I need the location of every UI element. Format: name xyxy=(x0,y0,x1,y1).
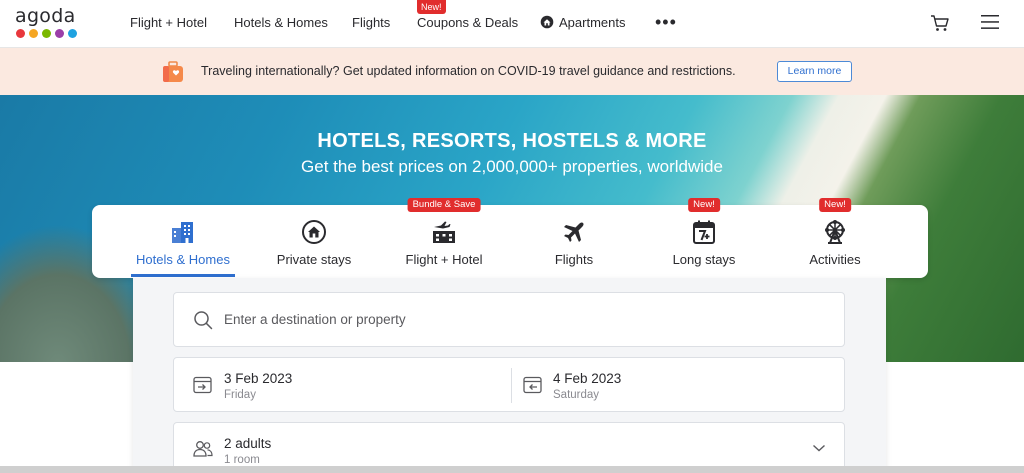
new-badge: New! xyxy=(688,198,720,212)
top-navigation: agoda Flight + Hotel Hotels & Homes Flig… xyxy=(0,0,1024,48)
plane-building-icon xyxy=(433,221,455,243)
logo-dot-red xyxy=(16,29,25,38)
more-dots-icon[interactable]: ••• xyxy=(655,13,677,31)
nav-hotels-homes[interactable]: Hotels & Homes xyxy=(234,15,328,31)
cart-icon[interactable] xyxy=(930,14,950,32)
covid-notice-banner: Traveling internationally? Get updated i… xyxy=(0,48,1024,95)
tab-hotels-homes[interactable]: Hotels & Homes xyxy=(119,205,247,278)
tab-label: Activities xyxy=(809,252,861,267)
tab-label: Flight + Hotel xyxy=(405,252,483,267)
check-out-calendar-icon xyxy=(523,376,542,394)
check-in-field[interactable]: 3 Feb 2023 Friday xyxy=(174,358,510,411)
guests-adults: 2 adults xyxy=(224,436,272,451)
tab-label: Hotels & Homes xyxy=(136,252,230,267)
apartment-icon xyxy=(540,15,554,29)
active-tab-indicator xyxy=(131,274,235,277)
buildings-icon xyxy=(172,222,193,243)
destination-field[interactable] xyxy=(173,292,845,347)
nav-new-badge: New! xyxy=(417,0,446,14)
luggage-heart-icon xyxy=(163,61,183,82)
nav-flights[interactable]: Flights xyxy=(352,15,390,31)
hero-subtitle: Get the best prices on 2,000,000+ proper… xyxy=(301,157,723,176)
house-icon xyxy=(302,220,326,244)
notice-text: Traveling internationally? Get updated i… xyxy=(201,64,736,78)
check-out-date: 4 Feb 2023 xyxy=(553,371,622,386)
destination-input[interactable] xyxy=(224,312,814,327)
tab-flights[interactable]: Flights xyxy=(510,205,638,278)
tab-private-stays[interactable]: Private stays xyxy=(250,205,378,278)
logo-dot-purple xyxy=(55,29,64,38)
category-tabs: Hotels & Homes Private stays Bundle & Sa… xyxy=(92,198,928,278)
tab-label: Flights xyxy=(554,252,594,267)
logo-dot-blue xyxy=(68,29,77,38)
chevron-down-icon[interactable] xyxy=(812,443,826,453)
dates-field: 3 Feb 2023 Friday 4 Feb 2023 Saturday xyxy=(173,357,845,412)
logo-dot-orange xyxy=(29,29,38,38)
tab-label: Long stays xyxy=(672,252,736,267)
check-in-date: 3 Feb 2023 xyxy=(224,371,293,386)
hamburger-menu-icon[interactable] xyxy=(981,14,999,30)
logo-dot-green xyxy=(42,29,51,38)
tab-long-stays[interactable]: New! Long stays xyxy=(640,198,768,278)
logo-dots xyxy=(16,29,85,38)
check-out-field[interactable]: 4 Feb 2023 Saturday xyxy=(512,358,844,411)
guests-rooms: 1 room xyxy=(224,454,260,466)
check-in-day: Friday xyxy=(224,389,256,401)
agoda-logo[interactable]: agoda xyxy=(15,6,85,42)
nav-apartments-label: Apartments xyxy=(559,15,626,30)
hero-title: HOTELS, RESORTS, HOSTELS & MORE xyxy=(317,130,707,152)
tab-label: Private stays xyxy=(276,252,352,267)
learn-more-button[interactable]: Learn more xyxy=(777,61,852,82)
nav-apartments[interactable]: Apartments xyxy=(540,15,625,31)
check-out-day: Saturday xyxy=(553,389,600,401)
logo-text: agoda xyxy=(15,5,76,27)
tab-flight-hotel[interactable]: Bundle & Save Flight + Hotel xyxy=(380,198,508,278)
ferris-wheel-icon xyxy=(825,220,845,244)
plane-icon xyxy=(564,222,584,242)
search-icon xyxy=(194,311,213,330)
nav-coupons-deals[interactable]: Coupons & Deals xyxy=(417,15,518,31)
check-in-calendar-icon xyxy=(193,376,212,394)
horizontal-scrollbar[interactable] xyxy=(0,466,1024,473)
bundle-save-badge: Bundle & Save xyxy=(407,198,481,212)
guests-icon xyxy=(193,441,213,457)
nav-flight-hotel[interactable]: Flight + Hotel xyxy=(130,15,207,31)
new-badge: New! xyxy=(819,198,851,212)
calendar-7plus-icon xyxy=(693,220,715,244)
tab-activities[interactable]: New! Activities xyxy=(771,198,899,278)
